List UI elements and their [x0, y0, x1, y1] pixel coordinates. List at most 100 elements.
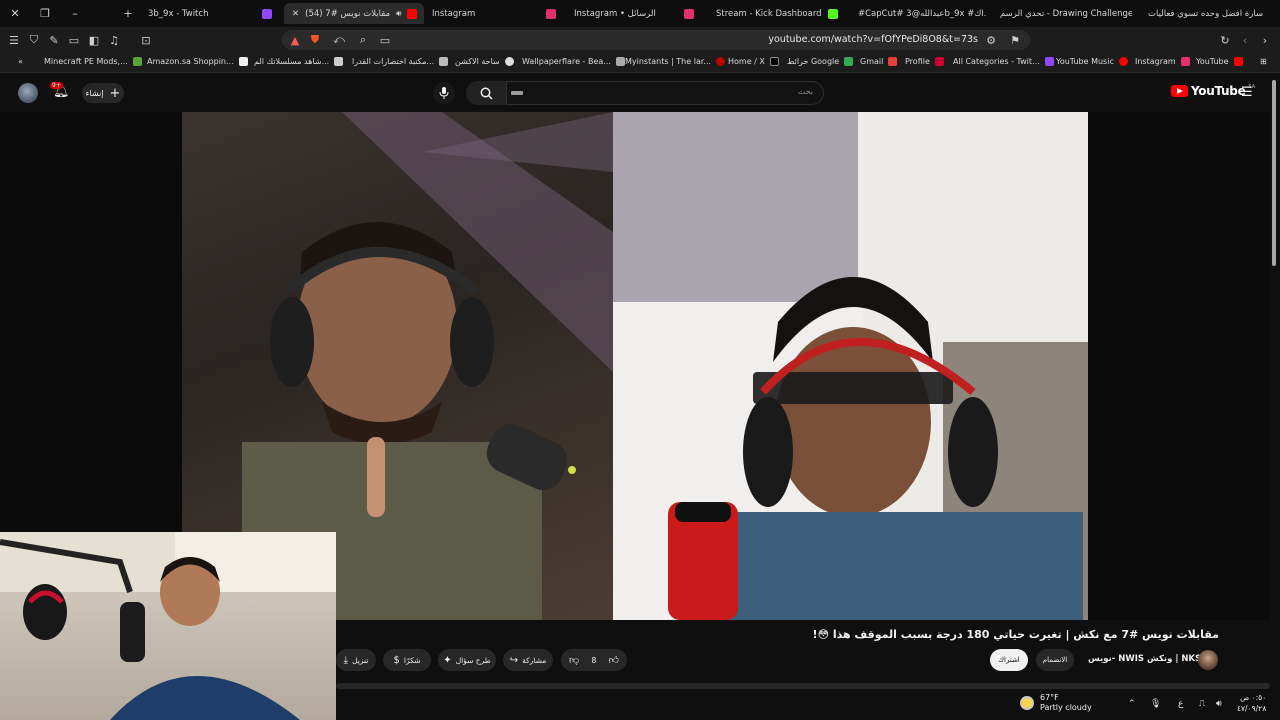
- close-tab-icon[interactable]: ✕: [292, 9, 299, 19]
- bookmark-twitch-categories[interactable]: All Categories - Twit...: [953, 57, 1054, 66]
- brave-shield-icon[interactable]: ⛊: [308, 33, 322, 47]
- guide-menu-icon[interactable]: ☰: [1241, 85, 1253, 100]
- restore-window-icon[interactable]: ❐: [30, 0, 60, 27]
- tab-label: Instagram • الرسائل: [574, 8, 656, 19]
- tab-instagram[interactable]: Instagram: [424, 3, 564, 24]
- tabs-icon[interactable]: ▭: [67, 33, 81, 47]
- tab-tiktok[interactable]: #CapCut# عبدالله@3b_9x #اك...: [850, 3, 986, 24]
- sparkle-icon: ✦: [443, 654, 452, 666]
- share-icon[interactable]: ⤺: [332, 33, 346, 47]
- screenshot-icon[interactable]: ⊡: [139, 33, 153, 47]
- share-label: مشاركة: [522, 655, 547, 665]
- like-count: 8: [591, 655, 597, 665]
- clock-time: ٠:٥٠ ص: [1240, 693, 1267, 702]
- bookmark-minecraft[interactable]: Minecraft PE Mods,...: [44, 57, 142, 66]
- ask-button[interactable]: ✦ طرح سؤال: [438, 649, 496, 671]
- bookmark-label: شاهد مسلسلاتك الم...: [254, 57, 330, 66]
- globe-icon: [504, 57, 514, 66]
- bookmark-shahid[interactable]: شاهد مسلسلاتك الم...: [254, 57, 344, 66]
- back-icon[interactable]: ‹: [1238, 33, 1252, 47]
- new-tab-icon[interactable]: +: [113, 0, 143, 27]
- bookmark-label: All Categories - Twit...: [953, 57, 1040, 66]
- menu-icon[interactable]: ☰: [7, 33, 21, 47]
- youtube-icon: [1233, 57, 1243, 66]
- bookmark-label: YouTube Music: [1056, 57, 1114, 66]
- twitch-icon: [1044, 57, 1054, 66]
- like-icon[interactable]: 👍︎: [609, 654, 619, 666]
- description-box[interactable]: [336, 683, 1270, 689]
- network-icon[interactable]: ⎍: [1199, 699, 1205, 709]
- profile-icon: [934, 57, 944, 66]
- audio-icon[interactable]: 🔊︎: [396, 9, 401, 19]
- voice-search-button[interactable]: [433, 82, 455, 104]
- youtube-music-icon: [1118, 57, 1128, 66]
- url-text[interactable]: youtube.com/watch?v=fOfYPeDi8O8&t=73s: [768, 34, 978, 45]
- bookmark-icon[interactable]: ⚑: [1008, 33, 1022, 47]
- tab-youtube-active[interactable]: ✕ (54) مقابلات نويس #7 🔊︎: [284, 3, 424, 24]
- close-window-icon[interactable]: ✕: [0, 0, 30, 27]
- weather-widget[interactable]: 67°F Partly cloudy: [1020, 693, 1092, 713]
- cast-icon[interactable]: ▭: [378, 33, 392, 47]
- search-engine-icon[interactable]: ⌕: [356, 33, 370, 47]
- bookmark-gmail[interactable]: Gmail: [860, 57, 898, 66]
- tab-drawing-challenge[interactable]: تحدي الرسم - Drawing Challenge: [992, 3, 1132, 24]
- bookmarks-bar: « Minecraft PE Mods,... Amazon.sa Shoppi…: [0, 53, 1280, 73]
- bookmark-instagram[interactable]: Instagram: [1135, 57, 1190, 66]
- keyboard-icon[interactable]: [511, 91, 523, 95]
- bookmarks-menu-icon[interactable]: ⊞: [1260, 57, 1267, 66]
- bookmark-google-maps[interactable]: خرائط Google: [787, 57, 854, 66]
- channel-name[interactable]: نويس- NWIS ونكش | NKSH: [1088, 654, 1208, 664]
- bookmark-wallpaperflare[interactable]: Wallpaperflare - Bea...: [522, 57, 625, 66]
- microphone-icon[interactable]: 🎙︎: [1150, 699, 1161, 709]
- volume-icon[interactable]: 🔊︎: [1216, 699, 1222, 709]
- sidebar-icon[interactable]: ◧: [87, 33, 101, 47]
- bookmark-shortcuts[interactable]: مكتبة اختصارات القدرا...: [352, 57, 449, 66]
- bookmark-youtube[interactable]: YouTube: [1196, 57, 1243, 66]
- join-button[interactable]: الانضمام: [1036, 649, 1074, 671]
- address-bar[interactable]: ▲ ⛊ ⤺ ⌕ ▭ youtube.com/watch?v=fOfYPeDi8O…: [282, 30, 1030, 50]
- download-button[interactable]: ⤓ تنزيل: [336, 649, 376, 671]
- bookmark-x[interactable]: Home / X: [728, 57, 779, 66]
- tab-instagram-dm[interactable]: Instagram • الرسائل: [566, 3, 702, 24]
- bookmark-label: Gmail: [860, 57, 884, 66]
- channel-avatar[interactable]: [1198, 650, 1218, 670]
- bookmarks-overflow-icon[interactable]: «: [18, 57, 23, 66]
- tab-label: #CapCut# عبدالله@3b_9x #اك...: [858, 8, 986, 19]
- extensions-icon[interactable]: ✎: [47, 33, 61, 47]
- bookmark-myinstants[interactable]: Myinstants | The lar...: [625, 57, 726, 66]
- thanks-button[interactable]: $ شكرًا: [383, 649, 431, 671]
- tab-label: تحدي الرسم - Drawing Challenge: [1000, 8, 1132, 19]
- plus-icon: +: [109, 85, 121, 101]
- system-clock[interactable]: ٠:٥٠ ص ٤٧/٠٩/٢٨: [1237, 692, 1266, 714]
- warning-icon[interactable]: ▲: [288, 33, 302, 47]
- create-button[interactable]: إنشاء +: [82, 83, 124, 103]
- subscribe-button[interactable]: اشتراك: [990, 649, 1028, 671]
- shield-icon[interactable]: ⛉: [27, 33, 41, 47]
- bookmark-action[interactable]: ساحة الاكشن: [455, 57, 514, 66]
- chevron-up-icon[interactable]: ⌃: [1128, 699, 1136, 709]
- avatar[interactable]: [18, 83, 38, 103]
- language-indicator[interactable]: ع: [1178, 699, 1183, 709]
- tab-events[interactable]: سارة افضل وحده تسوي فعاليات: [1140, 3, 1280, 24]
- share-button[interactable]: ↪ مشاركة: [503, 649, 553, 671]
- ask-label: طرح سؤال: [455, 655, 491, 665]
- search-button[interactable]: [466, 81, 506, 105]
- music-icon[interactable]: ♫: [107, 33, 121, 47]
- dislike-icon[interactable]: 👎︎: [569, 654, 579, 666]
- bookmark-youtube-music[interactable]: YouTube Music: [1056, 57, 1128, 66]
- tab-kick[interactable]: Stream - Kick Dashboard: [708, 3, 844, 24]
- reload-icon[interactable]: ↻: [1218, 33, 1232, 47]
- bookmark-label: Instagram: [1135, 57, 1176, 66]
- search-input[interactable]: بحث: [506, 81, 824, 105]
- tab-twitch[interactable]: 3b_9x - Twitch: [140, 3, 280, 24]
- page-scrollbar[interactable]: [1271, 74, 1277, 694]
- minimize-window-icon[interactable]: –: [60, 0, 90, 27]
- temperature: 67°F: [1040, 693, 1059, 702]
- forward-icon[interactable]: ›: [1258, 33, 1272, 47]
- tab-label: سارة افضل وحده تسوي فعاليات: [1148, 8, 1264, 19]
- bookmark-profile[interactable]: Profile: [905, 57, 944, 66]
- instagram-icon: [684, 8, 694, 19]
- site-settings-icon[interactable]: ⚙: [984, 33, 998, 47]
- scrollbar-thumb[interactable]: [1272, 80, 1276, 266]
- bookmark-amazon[interactable]: Amazon.sa Shoppin...: [147, 57, 248, 66]
